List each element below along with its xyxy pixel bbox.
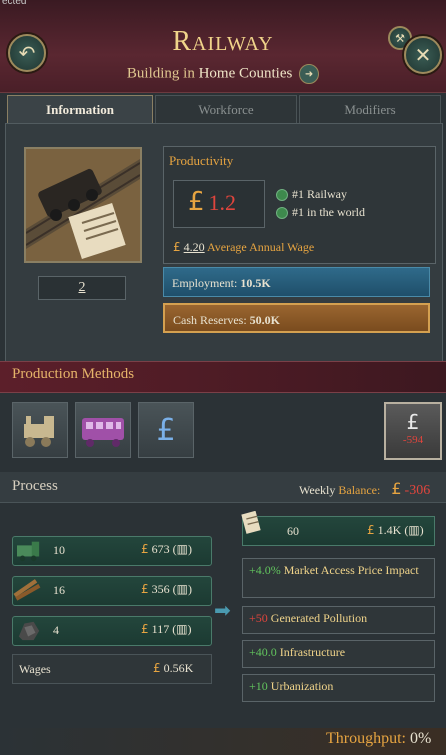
- average-wage: £ 4.20 Average Annual Wage: [173, 240, 314, 255]
- productivity-value: £1.2: [188, 187, 236, 217]
- wages-row: Wages £ 0.56K: [12, 654, 212, 684]
- effect-text: Generated Pollution: [270, 611, 368, 625]
- output-qty: 60: [287, 524, 299, 538]
- productivity-number: 1.2: [208, 190, 237, 215]
- window-subtitle: Building in Home Counties ➜: [0, 64, 446, 84]
- input-row-coal[interactable]: 4 £ 117 (▥): [12, 616, 212, 646]
- wage-label: Average Annual Wage: [206, 240, 315, 254]
- output-value: £ 1.4K (▥): [367, 523, 424, 537]
- effect-text: Infrastructure: [279, 645, 346, 659]
- weekly-balance: Weekly Balance: £ -306: [299, 479, 430, 499]
- building-level[interactable]: 2: [38, 276, 126, 300]
- railway-illustration: [24, 147, 142, 263]
- transportation-icon: [241, 511, 261, 534]
- input-row-wood[interactable]: 16 £ 356 (▥): [12, 576, 212, 606]
- tab-information[interactable]: Information: [7, 95, 153, 124]
- train-image-icon: [25, 149, 141, 261]
- stack-icon: ▥: [176, 542, 188, 556]
- process-arrow-icon: ➡: [214, 598, 231, 622]
- input-qty: 10: [53, 543, 65, 557]
- input-cost-value: 673: [151, 542, 170, 556]
- input-row-engines[interactable]: 10 £ 673 (▥): [12, 536, 212, 566]
- throughput: Throughput: 0%: [326, 730, 431, 748]
- production-methods-title: Production Methods: [12, 366, 135, 382]
- tab-modifiers[interactable]: Modifiers: [299, 95, 441, 124]
- effect-text: Market Access Price Impact: [283, 563, 419, 577]
- coal-icon: [18, 621, 40, 641]
- effect-value: +4.0%: [249, 563, 281, 577]
- throughput-value: 0%: [410, 730, 432, 747]
- effect-pollution: +50 Generated Pollution: [242, 606, 435, 634]
- stack-icon: ▥: [408, 523, 420, 537]
- rank-world-text: #1 in the world: [292, 205, 365, 219]
- rank-national: #1 Railway: [276, 187, 347, 202]
- input-qty: 16: [53, 583, 65, 597]
- rank-world: #1 in the world: [276, 205, 365, 220]
- productivity-label: Productivity: [169, 153, 234, 168]
- wages-label: Wages: [19, 662, 51, 676]
- location-link[interactable]: Home Counties: [199, 65, 293, 81]
- employment-value: 10.5K: [240, 276, 271, 290]
- passenger-carriage-icon[interactable]: [75, 402, 131, 458]
- production-alert[interactable]: £ -594: [384, 402, 442, 460]
- rank-up-icon: [276, 207, 288, 220]
- employment-bar[interactable]: Employment: 10.5K: [163, 267, 430, 297]
- pound-icon: £: [391, 479, 402, 498]
- rank-up-icon: [276, 189, 288, 202]
- output-value-amount: 1.4K: [377, 523, 402, 537]
- input-cost-value: 117: [151, 622, 170, 636]
- corner-text: ected: [2, 0, 27, 7]
- stack-icon: ▥: [176, 582, 188, 596]
- wages-amount: 0.56K: [163, 661, 194, 675]
- weekly-balance-value: -306: [404, 483, 431, 498]
- process-title: Process: [12, 478, 58, 494]
- wage-value: 4.20: [183, 240, 205, 254]
- effect-market-access: +4.0% Market Access Price Impact: [242, 558, 435, 598]
- cash-value: 50.0K: [249, 313, 280, 327]
- rank-national-text: #1 Railway: [292, 187, 347, 201]
- window-title: Railway: [172, 26, 274, 57]
- weekly-balance-word: Balance:: [338, 483, 381, 497]
- stack-icon: ▥: [176, 622, 188, 636]
- production-alert-value: -594: [402, 434, 424, 446]
- wood-icon: [13, 579, 41, 601]
- cash-reserves-bar[interactable]: Cash Reserves: 50.0K: [163, 303, 430, 333]
- pound-plus-icon: £: [406, 410, 420, 434]
- go-to-location-arrow-icon[interactable]: ➜: [299, 64, 320, 84]
- effect-text: Urbanization: [270, 679, 334, 693]
- output-row[interactable]: 60 £ 1.4K (▥): [241, 511, 435, 546]
- pound-icon: £: [173, 240, 181, 254]
- pound-icon: £: [188, 187, 205, 217]
- throughput-label: Throughput:: [326, 730, 406, 747]
- subtitle-in: in: [183, 65, 195, 82]
- input-qty: 4: [53, 623, 59, 637]
- wages-value: £ 0.56K: [153, 661, 194, 675]
- pound-hand-icon[interactable]: £: [138, 402, 194, 458]
- effect-value: +50: [249, 611, 268, 625]
- building-type-label: Building: [126, 65, 180, 82]
- cash-label: Cash Reserves:: [173, 313, 247, 327]
- employment-label: Employment:: [172, 276, 238, 290]
- effect-urbanization: +10 Urbanization: [242, 674, 435, 702]
- input-cost: £ 117 (▥): [141, 622, 192, 636]
- effect-infrastructure: +40.0 Infrastructure: [242, 640, 435, 668]
- effect-value: +40.0: [249, 645, 277, 659]
- input-cost-value: 356: [151, 582, 170, 596]
- engines-icon: [17, 541, 40, 562]
- input-cost: £ 673 (▥): [141, 542, 192, 556]
- input-cost: £ 356 (▥): [141, 582, 192, 596]
- effect-value: +10: [249, 679, 268, 693]
- weekly-balance-label: Weekly: [299, 483, 336, 497]
- steam-locomotive-icon[interactable]: [12, 402, 68, 458]
- tab-workforce[interactable]: Workforce: [155, 95, 297, 124]
